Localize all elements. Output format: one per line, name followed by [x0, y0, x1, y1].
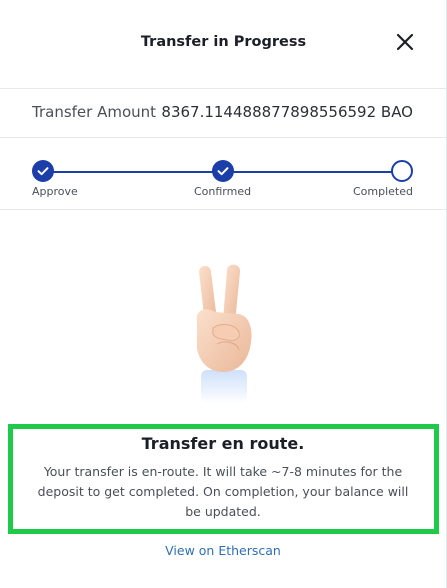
transfer-amount-row: Transfer Amount 8367.114488877898556592 …	[0, 88, 447, 138]
message-body: Your transfer is en-route. It will take …	[37, 464, 409, 519]
modal-title: Transfer in Progress	[140, 34, 307, 50]
step-label-confirmed: Confirmed	[194, 185, 252, 198]
step-label-approve: Approve	[32, 185, 78, 198]
transfer-amount-label: Transfer Amount	[32, 103, 157, 121]
modal-header: Transfer in Progress	[0, 0, 447, 88]
checkmark-icon	[37, 167, 49, 176]
transfer-amount-value: 8367.114488877898556592 BAO	[161, 103, 413, 121]
checkmark-icon	[217, 167, 229, 176]
close-button[interactable]	[394, 31, 416, 53]
step-approve-circle	[32, 160, 54, 182]
step-confirmed-circle	[212, 160, 234, 182]
progress-stepper: Approve Confirmed Completed	[0, 138, 447, 210]
victory-hand-icon	[196, 264, 252, 404]
victory-hand-illustration	[183, 262, 263, 412]
message-title: Transfer en route.	[141, 434, 305, 453]
close-icon	[396, 33, 414, 51]
transfer-modal: Transfer in Progress Transfer Amount 836…	[0, 0, 447, 588]
step-completed-circle	[391, 160, 413, 182]
step-label-completed: Completed	[353, 185, 413, 198]
view-on-etherscan-link[interactable]: View on Etherscan	[0, 543, 446, 558]
